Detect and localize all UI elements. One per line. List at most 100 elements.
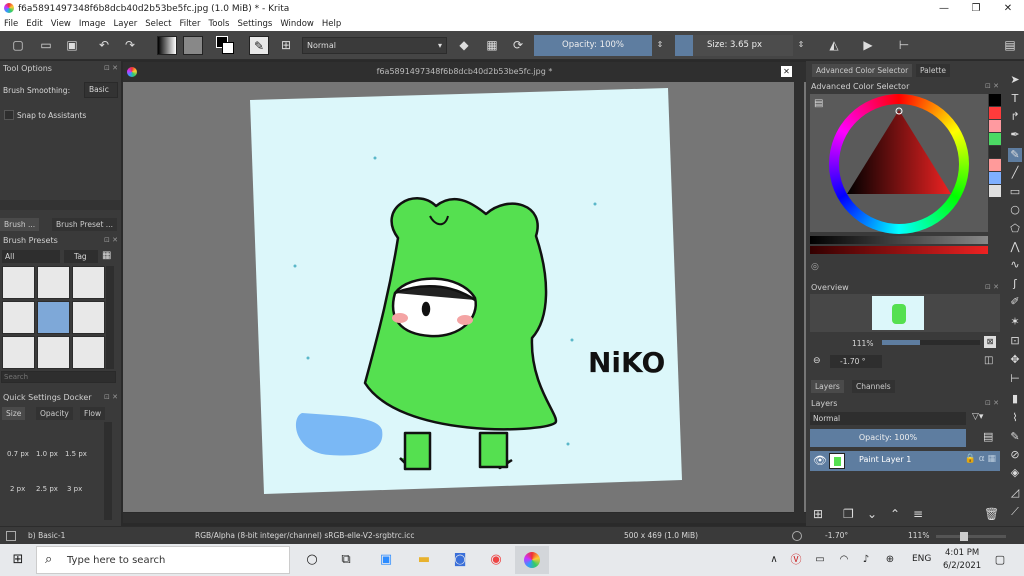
open-document-icon[interactable]: ▭ — [38, 37, 54, 53]
layer-opacity-slider[interactable]: Opacity: 100% — [810, 429, 966, 447]
zoom-slider-handle[interactable] — [960, 532, 968, 541]
size-spin-icon[interactable]: ⇕ — [793, 37, 809, 53]
alpha-lock-icon[interactable]: ▦ — [484, 37, 500, 53]
duplicate-layer-icon[interactable]: ❐ — [843, 507, 854, 521]
color-history-swatch[interactable] — [989, 172, 1001, 184]
select-tool-icon[interactable]: ➤ — [1008, 73, 1022, 87]
ellipse-tool-icon[interactable]: ○ — [1008, 203, 1022, 217]
size-preset-3[interactable]: 1.5 px — [65, 450, 87, 458]
size-preset-4[interactable]: 2 px — [10, 485, 25, 493]
layer-blend-dropdown[interactable]: Normal — [810, 412, 966, 425]
tab-palette[interactable]: Palette — [916, 64, 950, 77]
tab-opacity[interactable]: Opacity — [36, 407, 73, 420]
value-bar[interactable] — [810, 246, 988, 254]
edit-shapes-icon[interactable]: ↱ — [1008, 110, 1022, 124]
menu-tools[interactable]: Tools — [209, 19, 230, 29]
redo-icon[interactable]: ↷ — [122, 37, 138, 53]
windows-start-icon[interactable]: ⊞ — [8, 550, 28, 570]
crop-wrap-icon[interactable]: ⊢ — [896, 37, 912, 53]
layer-lock-icons[interactable]: 🔒 α ▦ — [965, 454, 996, 464]
gradient-selector-icon[interactable] — [157, 36, 177, 55]
zoom-slider[interactable] — [882, 340, 980, 345]
bezier-tool-icon[interactable]: ∿ — [1008, 258, 1022, 272]
menu-file[interactable]: File — [4, 19, 18, 29]
mirror-horizontal-icon[interactable]: ◭ — [826, 37, 842, 53]
layer-filter-icon[interactable]: ▽▾ — [972, 412, 983, 422]
status-zoom-slider[interactable] — [936, 532, 1006, 541]
preset-scrollbar[interactable] — [106, 266, 114, 369]
notification-icon[interactable]: ▢ — [990, 550, 1010, 570]
color-history-swatch[interactable] — [989, 185, 1001, 197]
tab-layers[interactable]: Layers — [811, 380, 844, 393]
left-scrollbar[interactable] — [0, 200, 121, 210]
layer-properties-icon[interactable]: ▤ — [983, 430, 993, 443]
canvas-horizontal-scrollbar[interactable] — [123, 513, 806, 523]
multibrush-icon[interactable]: ✶ — [1008, 315, 1022, 329]
tray-wifi-icon[interactable]: ◠ — [834, 550, 854, 570]
dock-close-icon[interactable]: ⊡ ✕ — [985, 281, 999, 294]
brush-preset-pen[interactable] — [72, 301, 105, 334]
color-tool-icon[interactable]: ◎ — [811, 262, 819, 272]
color-history-swatch[interactable] — [989, 107, 1001, 119]
color-selector-area[interactable]: ▤ — [810, 94, 988, 234]
dock-close-icon[interactable]: ⊡ ✕ — [104, 391, 118, 404]
workspace-icon[interactable]: ▤ — [1002, 37, 1018, 53]
menu-image[interactable]: Image — [79, 19, 106, 29]
preset-search-input[interactable] — [1, 371, 116, 383]
tray-antivirus-icon[interactable]: Ⓥ — [786, 550, 806, 570]
fill-tool-icon[interactable]: ◈ — [1008, 466, 1022, 480]
document-tab[interactable]: f6a5891497348f6b8dcb40d2b53be5fc.jpg * ✕ — [123, 62, 806, 82]
tray-volume-icon[interactable]: ♪ — [856, 550, 876, 570]
rotate-icon[interactable]: ⊖ — [813, 356, 821, 366]
size-slider-fill[interactable] — [675, 35, 693, 56]
reload-preset-icon[interactable]: ⟳ — [510, 37, 526, 53]
tab-brush-presets[interactable]: Brush Preset ... — [52, 218, 117, 231]
size-preset-2[interactable]: 1.0 px — [36, 450, 58, 458]
line-tool-icon[interactable]: ╱ — [1008, 166, 1022, 180]
brush-preset-fineliner[interactable] — [72, 336, 105, 369]
drawing-canvas[interactable]: NiKO — [250, 88, 682, 496]
size-preset-1[interactable]: 0.7 px — [7, 450, 29, 458]
tray-date[interactable]: 6/2/2021 — [943, 561, 981, 571]
tray-time[interactable]: 4:01 PM — [945, 548, 979, 558]
save-icon[interactable]: ▣ — [64, 37, 80, 53]
new-document-icon[interactable]: ▢ — [10, 37, 26, 53]
tab-flow[interactable]: Flow — [80, 407, 106, 420]
tray-battery-icon[interactable]: ▭ — [810, 550, 830, 570]
size-slider[interactable]: Size: 3.65 px — [693, 35, 793, 56]
freehand-path-icon[interactable]: ʃ — [1008, 277, 1022, 291]
crop-tool-icon[interactable]: ⊢ — [1008, 372, 1022, 386]
layer-row-paint-layer-1[interactable]: 👁 Paint Layer 1 🔒 α ▦ — [810, 451, 1000, 471]
dynamic-brush-icon[interactable]: ✐ — [1008, 295, 1022, 309]
brush-smoothing-dropdown[interactable]: Basic — [84, 82, 118, 98]
menu-window[interactable]: Window — [280, 19, 314, 29]
dock-close-icon[interactable]: ⊡ ✕ — [985, 397, 999, 410]
camera-app-icon[interactable]: ◙ — [450, 550, 470, 570]
gradient-tool-icon[interactable]: ▮ — [1008, 392, 1022, 406]
minimize-button[interactable]: — — [928, 0, 960, 17]
tab-channels[interactable]: Channels — [852, 380, 895, 393]
tab-brush-settings[interactable]: Brush ... — [0, 218, 40, 231]
taskbar-search-box[interactable]: ⌕ Type here to search — [36, 546, 290, 574]
polyline-tool-icon[interactable]: ⋀ — [1008, 240, 1022, 254]
menu-help[interactable]: Help — [322, 19, 341, 29]
krita-taskbar-item[interactable] — [515, 546, 549, 574]
quick-settings-scrollbar[interactable] — [104, 422, 112, 520]
menu-edit[interactable]: Edit — [26, 19, 42, 29]
rectangle-tool-icon[interactable]: ▭ — [1008, 185, 1022, 199]
assistant-tool-icon[interactable]: ◿ — [1008, 486, 1022, 500]
color-history-swatch[interactable] — [989, 146, 1001, 158]
undo-icon[interactable]: ↶ — [96, 37, 112, 53]
color-picker-icon[interactable]: ⌇ — [1008, 411, 1022, 425]
brush-preset-pencil[interactable] — [37, 266, 70, 299]
dock-close-icon[interactable]: ⊡ ✕ — [985, 80, 999, 93]
file-explorer-icon[interactable]: ▬ — [414, 550, 434, 570]
maximize-button[interactable]: ❐ — [960, 0, 992, 17]
brush-preset-eraser[interactable] — [2, 266, 35, 299]
chrome-icon[interactable]: ◉ — [486, 550, 506, 570]
color-history-swatch[interactable] — [989, 120, 1001, 132]
menu-layer[interactable]: Layer — [114, 19, 138, 29]
color-triangle[interactable] — [845, 106, 953, 198]
snap-assistants-checkbox[interactable] — [4, 110, 14, 120]
move-layer-up-icon[interactable]: ⌃ — [890, 507, 900, 521]
